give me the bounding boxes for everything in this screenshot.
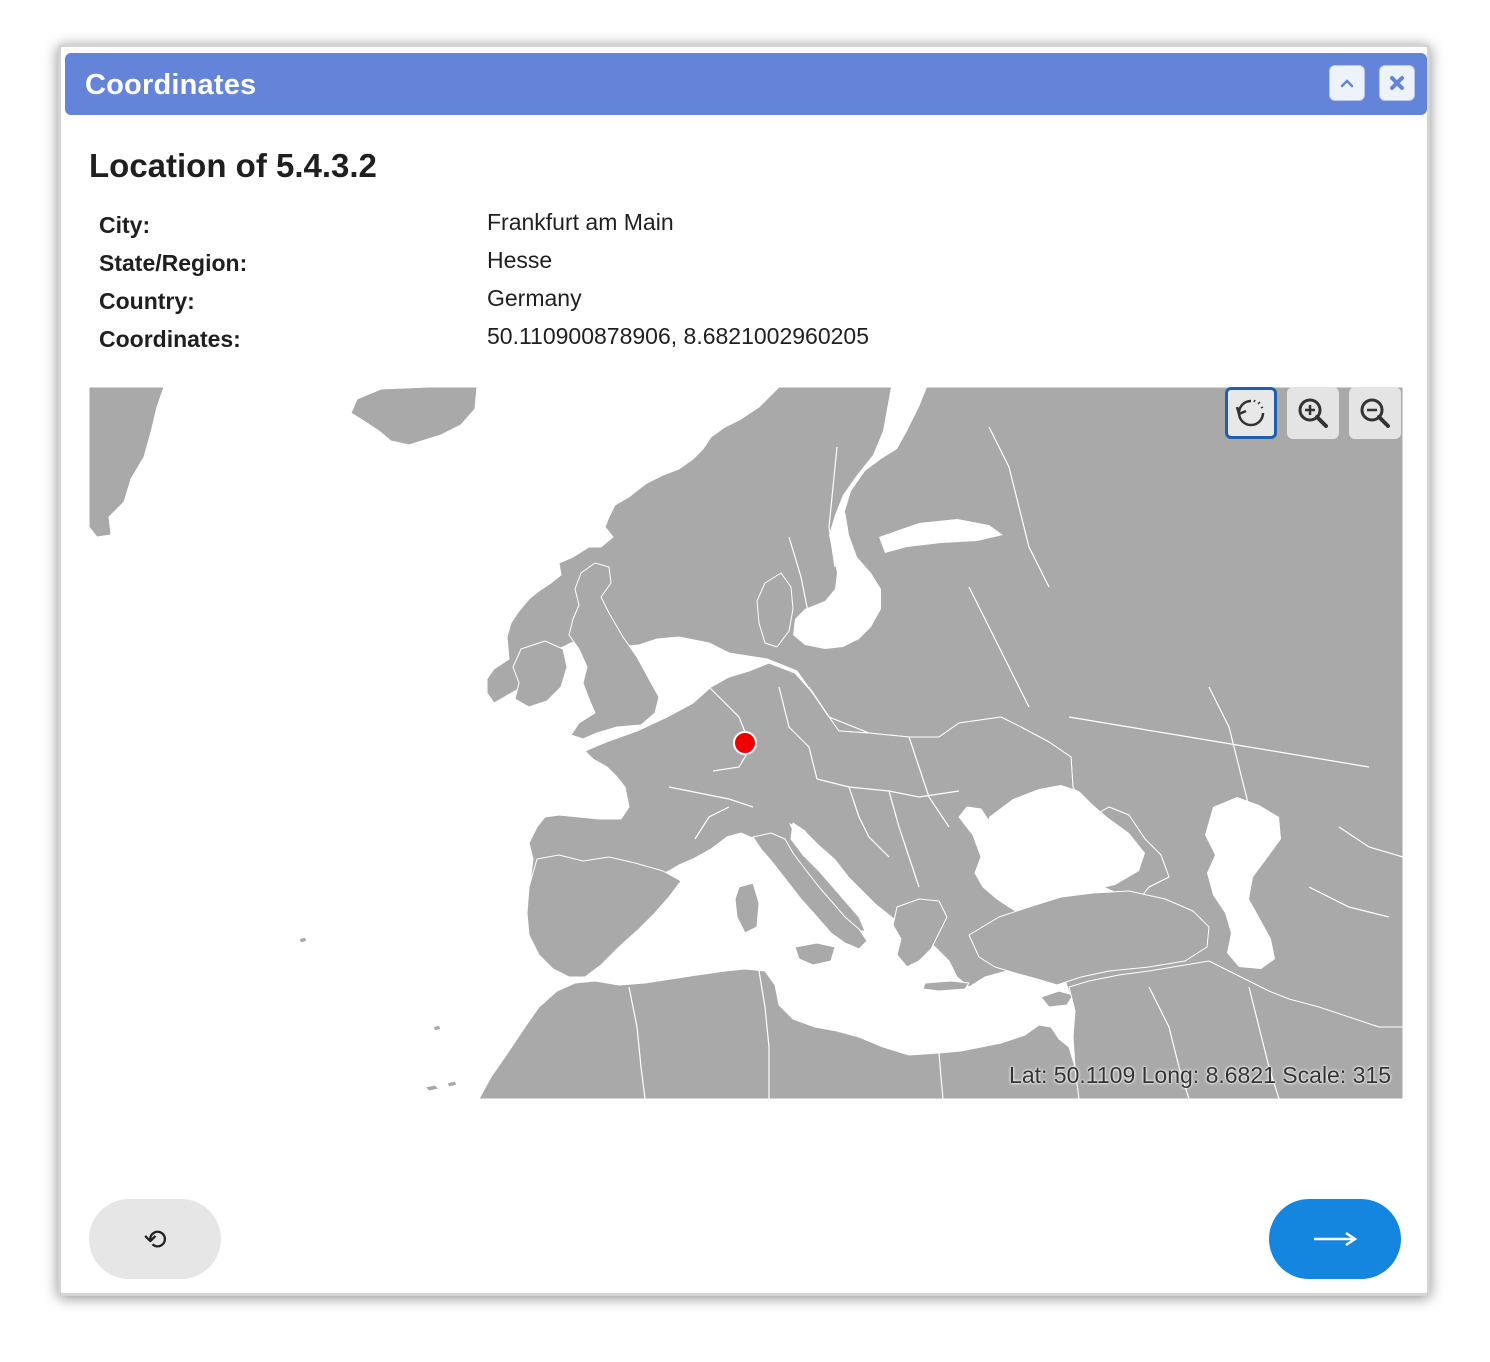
world-map[interactable]: Lat: 50.1109 Long: 8.6821 Scale: 315: [89, 387, 1403, 1099]
north-africa-shape: [478, 968, 1080, 1099]
info-value: 50.110900878906, 8.6821002960205: [487, 323, 870, 349]
map-status-text: Lat: 50.1109 Long: 8.6821 Scale: 315: [1009, 1062, 1391, 1088]
info-label: State/Region:: [99, 250, 248, 276]
sicily-shape: [794, 942, 836, 966]
cyprus-shape: [1040, 990, 1074, 1008]
zoom-in-button[interactable]: [1287, 387, 1339, 439]
map-land[interactable]: [89, 387, 1403, 1099]
info-label: Country:: [99, 288, 195, 314]
close-button[interactable]: [1379, 65, 1415, 101]
madeira-islands: [432, 1024, 442, 1032]
info-row-country: Country: Germany: [99, 283, 1099, 321]
sardinia-shape: [734, 882, 760, 934]
info-value: Germany: [487, 285, 582, 311]
greenland-shape: [89, 387, 165, 538]
crete-shape: [922, 980, 970, 992]
zoom-out-icon: [1360, 398, 1390, 428]
ireland-shape: [512, 640, 568, 708]
info-label: Coordinates:: [99, 326, 241, 352]
dialog-titlebar[interactable]: Coordinates: [65, 53, 1427, 115]
iceland-shape: [350, 387, 478, 446]
reset-button[interactable]: ⟲: [89, 1199, 221, 1279]
info-value: Hesse: [487, 247, 553, 273]
next-button[interactable]: [1269, 1199, 1401, 1279]
map-reset-button[interactable]: [1225, 387, 1277, 439]
undo-icon: ⟲: [143, 1223, 167, 1255]
collapse-button[interactable]: [1329, 65, 1365, 101]
close-icon: [1390, 76, 1404, 90]
location-marker: [733, 731, 757, 755]
info-label: City:: [99, 212, 151, 238]
arrow-right-icon: [1314, 1231, 1358, 1247]
location-heading: Location of 5.4.3.2: [89, 147, 377, 184]
iberia-shape: [526, 854, 682, 978]
canary-islands: [424, 1080, 458, 1092]
greece-shape: [892, 898, 948, 968]
zoom-out-button[interactable]: [1349, 387, 1401, 439]
info-row-city: City: Frankfurt am Main: [99, 207, 1099, 245]
chevron-up-icon: [1340, 79, 1354, 88]
rotate-reset-icon: [1235, 399, 1265, 427]
location-info-table: City: Frankfurt am Main State/Region: He…: [99, 207, 1099, 359]
info-row-region: State/Region: Hesse: [99, 245, 1099, 283]
azores-islands: [298, 936, 308, 944]
zoom-in-icon: [1298, 398, 1328, 428]
info-row-coordinates: Coordinates: 50.110900878906, 8.68210029…: [99, 321, 1099, 359]
dialog-title: Coordinates: [85, 69, 257, 101]
coordinates-dialog: Coordinates Location of 5.4.3.2 City: Fr…: [58, 44, 1430, 1296]
info-value: Frankfurt am Main: [487, 209, 674, 235]
